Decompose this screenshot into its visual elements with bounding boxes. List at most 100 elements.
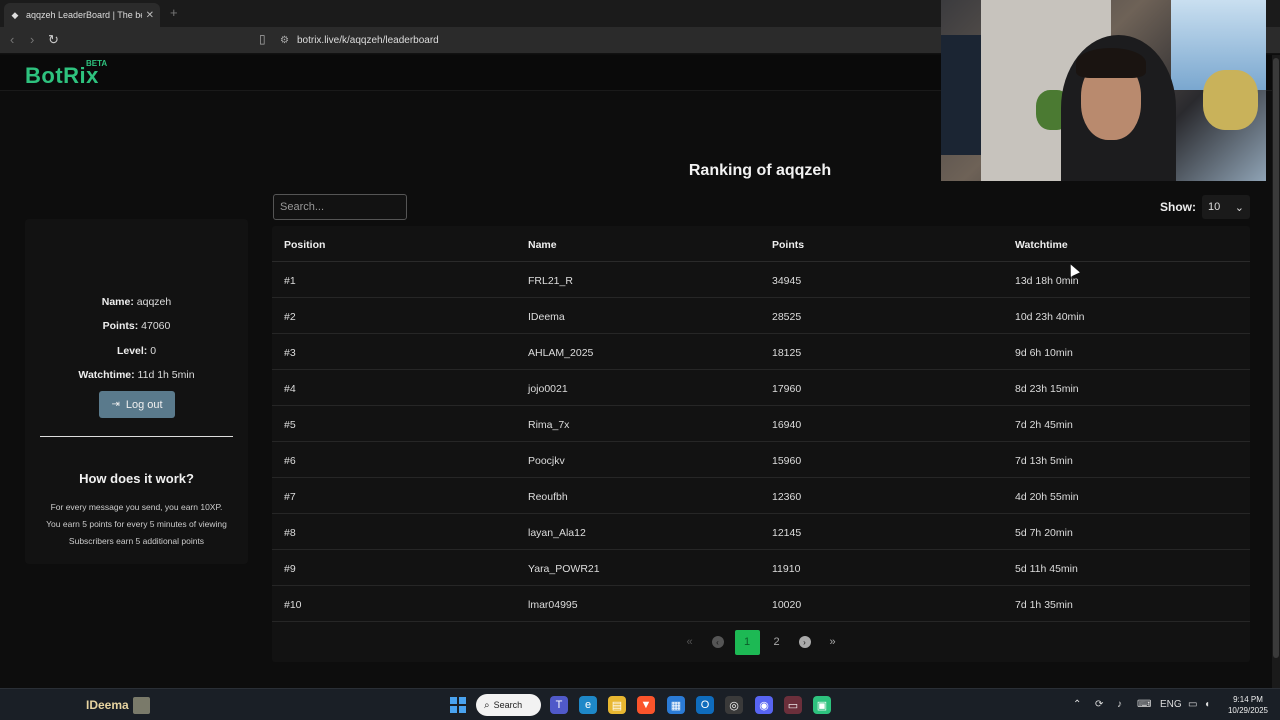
row-watchtime: 7d 1h 35min (1015, 599, 1073, 611)
watchtime-label: Watchtime: (78, 369, 135, 381)
volume-icon[interactable]: ◖ (1204, 699, 1210, 710)
chevron-down-icon: ⌄ (1234, 201, 1244, 214)
logout-icon: ⇥ (111, 399, 120, 410)
page-size-value: 10 (1208, 201, 1221, 213)
next-page-icon[interactable]: › (794, 631, 816, 653)
profile-card: Name: aqqzeh Points: 47060 Level: 0 Watc… (25, 219, 248, 564)
table-row[interactable]: #2 IDeema 28525 10d 23h 40min (272, 298, 1250, 334)
brave-icon[interactable]: ▼ (637, 696, 655, 714)
row-points: 12360 (772, 491, 802, 503)
taskbar-search-label: Search (493, 700, 523, 710)
network-icon[interactable]: ▭ (1188, 699, 1197, 710)
microphone-icon[interactable]: ♪ (1117, 699, 1122, 710)
streaming-app-icon[interactable]: ▣ (813, 696, 831, 714)
row-watchtime: 4d 20h 55min (1015, 491, 1079, 503)
page-button[interactable]: 2 (766, 631, 788, 653)
terminal-icon[interactable]: ▭ (784, 696, 802, 714)
profile-name: Name: aqqzeh (25, 296, 248, 308)
obs-icon[interactable]: ◎ (725, 696, 743, 714)
address-bar[interactable]: ⚙ botrix.live/k/aqqzeh/leaderboard (280, 31, 980, 50)
start-icon[interactable] (450, 697, 466, 713)
first-page-icon[interactable]: « (679, 631, 701, 653)
table-row[interactable]: #6 Poocjkv 15960 7d 13h 5min (272, 442, 1250, 478)
points-label: Points: (102, 320, 139, 332)
chevron-up-icon[interactable]: ⌃ (1073, 699, 1081, 710)
beta-badge: BETA (86, 59, 108, 68)
row-watchtime: 7d 13h 5min (1015, 455, 1073, 467)
teams-icon[interactable]: T (550, 696, 568, 714)
name-value: aqqzeh (136, 296, 172, 308)
row-name: layan_Ala12 (528, 527, 586, 539)
profile-level: Level: 0 (25, 345, 248, 357)
row-position: #6 (284, 455, 296, 467)
row-name: IDeema (528, 311, 565, 323)
row-name: Rima_7x (528, 419, 570, 431)
table-row[interactable]: #1 FRL21_R 34945 13d 18h 0min (272, 262, 1250, 298)
language-indicator[interactable]: ENG (1160, 699, 1182, 710)
webcam-plush (1203, 70, 1258, 130)
webcam-monitor (941, 35, 981, 155)
row-watchtime: 13d 18h 0min (1015, 275, 1079, 287)
row-name: Poocjkv (528, 455, 565, 467)
divider (40, 436, 233, 437)
how-line: Subscribers earn 5 additional points (68, 536, 205, 546)
edge-icon[interactable]: e (579, 696, 597, 714)
row-watchtime: 5d 11h 45min (1015, 563, 1078, 575)
sync-icon[interactable]: ⟳ (1095, 699, 1103, 710)
name-label: Name: (101, 296, 134, 308)
file-explorer-icon[interactable]: ▤ (608, 696, 626, 714)
tab-close-icon[interactable]: ✕ (146, 10, 154, 21)
row-name: FRL21_R (528, 275, 573, 287)
webcam-overlay (941, 0, 1266, 181)
show-label: Show: (1160, 200, 1196, 214)
table-row[interactable]: #8 layan_Ala12 12145 5d 7h 20min (272, 514, 1250, 550)
prev-page-icon[interactable]: ‹ (707, 631, 729, 653)
table-row[interactable]: #9 Yara_POWR21 11910 5d 11h 45min (272, 550, 1250, 586)
row-position: #2 (284, 311, 296, 323)
column-header-points[interactable]: Points (772, 239, 804, 251)
scrollbar-thumb[interactable] (1273, 58, 1279, 658)
browser-tab[interactable]: ◆ aqqzeh LeaderBoard | The best C ✕ (4, 3, 160, 27)
page-size-control: Show: 10 ⌄ (1160, 195, 1250, 219)
reload-icon[interactable]: ↻ (48, 32, 59, 48)
column-header-position[interactable]: Position (284, 239, 325, 251)
profile-watchtime: Watchtime: 11d 1h 5min (25, 369, 248, 381)
logout-label: Log out (125, 398, 163, 411)
back-icon[interactable]: ‹ (10, 32, 14, 47)
clock-time: 9:14 PM (1233, 695, 1263, 704)
table-row[interactable]: #3 AHLAM_2025 18125 9d 6h 10min (272, 334, 1250, 370)
page-size-select[interactable]: 10 ⌄ (1202, 195, 1250, 219)
outlook-icon[interactable]: O (696, 696, 714, 714)
table-row[interactable]: #5 Rima_7x 16940 7d 2h 45min (272, 406, 1250, 442)
new-tab-button[interactable]: + (170, 5, 178, 20)
column-header-name[interactable]: Name (528, 239, 557, 251)
page-button-current[interactable]: 1 (734, 629, 760, 655)
table-row[interactable]: #7 Reoufbh 12360 4d 20h 55min (272, 478, 1250, 514)
row-points: 12145 (772, 527, 802, 539)
logout-button[interactable]: ⇥ Log out (99, 391, 175, 418)
store-icon[interactable]: ▦ (667, 696, 685, 714)
search-input[interactable] (273, 194, 407, 220)
taskbar-search[interactable]: ⌕ Search (476, 694, 541, 716)
leaderboard-table: Position Name Points Watchtime #1 FRL21_R… (272, 226, 1250, 662)
next-page-glyph: › (798, 636, 811, 648)
table-row[interactable]: #4 jojo0021 17960 8d 23h 15min (272, 370, 1250, 406)
row-points: 28525 (772, 311, 802, 323)
webcam-person-hair (1076, 48, 1146, 78)
site-info-icon[interactable]: ⚙ (280, 35, 289, 46)
row-points: 11910 (772, 563, 801, 575)
page-title: Ranking of aqqzeh (688, 162, 832, 179)
row-position: #8 (284, 527, 296, 539)
discord-icon[interactable]: ◉ (755, 696, 773, 714)
last-page-icon[interactable]: » (822, 631, 844, 653)
keyboard-icon[interactable]: ⌨ (1137, 699, 1151, 710)
url-text: botrix.live/k/aqqzeh/leaderboard (296, 35, 439, 46)
bookmark-icon[interactable]: ▯ (259, 32, 266, 46)
taskbar-clock[interactable]: 9:14 PM 10/29/2025 (1222, 694, 1274, 716)
column-header-watchtime[interactable]: Watchtime (1015, 239, 1068, 251)
row-watchtime: 10d 23h 40min (1015, 311, 1085, 323)
table-row[interactable]: #10 lmar04995 10020 7d 1h 35min (272, 586, 1250, 622)
row-position: #7 (284, 491, 296, 503)
forward-icon[interactable]: › (30, 32, 34, 47)
row-watchtime: 5d 7h 20min (1015, 527, 1073, 539)
